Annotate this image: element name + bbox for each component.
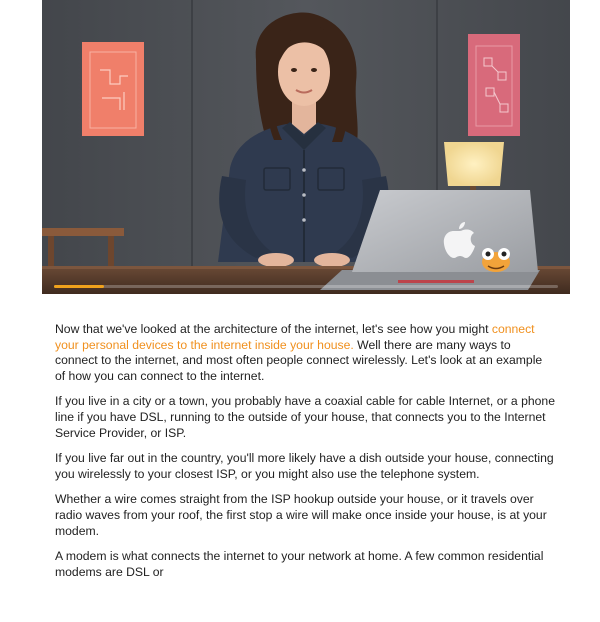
transcript-paragraph-4: Whether a wire comes straight from the I…	[55, 492, 547, 538]
right-poster	[468, 34, 520, 136]
video-frame	[42, 0, 570, 294]
left-poster	[82, 42, 144, 136]
transcript: Now that we've looked at the architectur…	[55, 322, 555, 590]
video-progress-fill	[54, 285, 105, 288]
video-progress-bar[interactable]	[54, 285, 558, 288]
transcript-paragraph-2: If you live in a city or a town, you pro…	[55, 394, 555, 440]
transcript-p1-before: Now that we've looked at the architectur…	[55, 322, 492, 336]
video-player[interactable]	[42, 0, 570, 294]
transcript-paragraph-5: A modem is what connects the internet to…	[55, 549, 544, 579]
transcript-paragraph-1: Now that we've looked at the architectur…	[55, 322, 555, 384]
transcript-paragraph-3: If you live far out in the country, you'…	[55, 451, 554, 481]
